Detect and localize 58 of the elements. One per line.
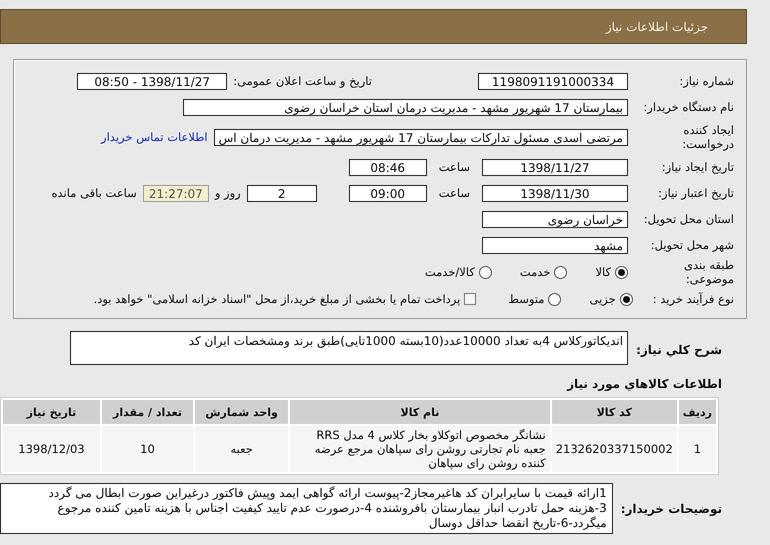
section-title: اطلاعات کالاهاي مورد نياز: [566, 376, 723, 391]
field-label: شرح کلي نياز:: [636, 343, 722, 357]
validity-date-field: 1398/11/30: [482, 184, 628, 202]
table-cell: 1: [678, 426, 716, 472]
field-label: ایجاد کننده درخواست:: [681, 123, 734, 151]
radio-button[interactable]: [478, 266, 492, 278]
province-field: خراسان رضوی: [482, 210, 628, 228]
radio-label: جزیی: [589, 292, 616, 306]
field-label: طبقه بندی موضوعی:: [683, 258, 734, 286]
buyer-contact-link[interactable]: اطلاعات تماس خریدار: [101, 130, 208, 144]
field-label: تاریخ ایجاد نیاز:: [660, 160, 734, 174]
table-cell: جعبه: [195, 426, 288, 472]
radio-button[interactable]: [615, 266, 628, 278]
days-field: 2: [246, 184, 317, 202]
checkbox-label: پرداخت تمام یا بخشی از مبلغ خرید،از محل "اسناد خزانه اسلامی" خواهد بود.: [94, 292, 460, 306]
table-cell: نشانگر مخصوص اتوکلاو بخار کلاس 4 مدل RRS جعبه نام تجارتی روشن رای سپاهان مرجع عرضه کننده روشن رای سپاهان: [290, 426, 550, 472]
column-header: تاریخ نیاز: [3, 400, 100, 424]
column-header: ردیف: [678, 400, 716, 424]
note-text: 1ارائه قیمت با سایرایران کد هاغیرمجاز2-پیوست ارائه گواهی ایمد وپیش فاکتور درغیراین صورت ابطال می گردد: [48, 486, 607, 501]
remaining-time-field: 21:27:07: [142, 184, 209, 202]
city-field: مشهد: [482, 236, 628, 254]
note-text: 3-هزینه حمل تادرب انبار بیمارستان بافروشنده 4-درصورت عدم تایید کیفیت اجناس با هزینه تامین کننده مرجوع میگردد-6-تاریخ انقضا حداقل دوسال: [56, 501, 607, 531]
creator-field: مرتضی اسدی مسئول تدارکات بیمارستان 17 شهریور مشهد - مدیریت درمان اس: [214, 128, 628, 146]
radio-button[interactable]: [620, 292, 633, 306]
table-cell: 10: [102, 426, 194, 472]
checkbox[interactable]: [464, 293, 476, 305]
column-header: تعداد / مقدار: [102, 400, 194, 424]
announce-date-field: 1398/11/27 - 08:50: [77, 72, 228, 90]
field-label: نوع فرآیند خرید :: [652, 292, 734, 306]
radio-button[interactable]: [554, 266, 568, 278]
page-title: جزئیات اطلاعات نیاز: [606, 20, 708, 34]
column-header: کد کالا: [552, 400, 677, 424]
validity-time-field: 09:00: [348, 184, 427, 202]
creation-time-field: 08:46: [348, 158, 427, 176]
radio-label: کالا: [595, 265, 611, 279]
column-header: واحد شمارش: [195, 400, 288, 424]
radio-label: کالا/خدمت: [424, 265, 475, 279]
field-label: توضیحات خریدار:: [620, 502, 722, 516]
buyer-field: بیمارستان 17 شهریور مشهد - مدیریت درمان استان خراسان رضوی: [183, 98, 628, 116]
need-number-field: 1198091191000334: [478, 72, 628, 90]
field-label: شهر محل تحویل:: [650, 238, 734, 252]
column-header: نام کالا: [290, 400, 550, 424]
radio-label: متوسط: [508, 292, 544, 306]
field-label: ساعت: [438, 160, 470, 174]
table-cell: 2132620337150002: [552, 426, 677, 472]
field-label: ساعت: [438, 186, 470, 200]
radio-label: خدمت: [520, 265, 550, 279]
creation-date-field: 1398/11/27: [482, 158, 628, 176]
radio-button[interactable]: [548, 292, 562, 306]
table-cell: 1398/12/03: [3, 426, 100, 472]
field-label: روز و: [214, 186, 241, 200]
field-label: ساعت باقی مانده: [52, 186, 137, 200]
field-label: نام دستگاه خریدار:: [642, 100, 734, 114]
description-field: اندیکاتورکلاس 4به تعداد 10000عدد(10بسته 1000تایی)طبق برند ومشخصات ایران کد: [70, 331, 628, 365]
field-label: شماره نیاز:: [678, 74, 734, 88]
field-label: تاریخ اعتبار نیاز:: [657, 186, 734, 200]
field-label: استان محل تحویل:: [642, 212, 734, 226]
field-label: تاریخ و ساعت اعلان عمومی:: [233, 74, 372, 88]
